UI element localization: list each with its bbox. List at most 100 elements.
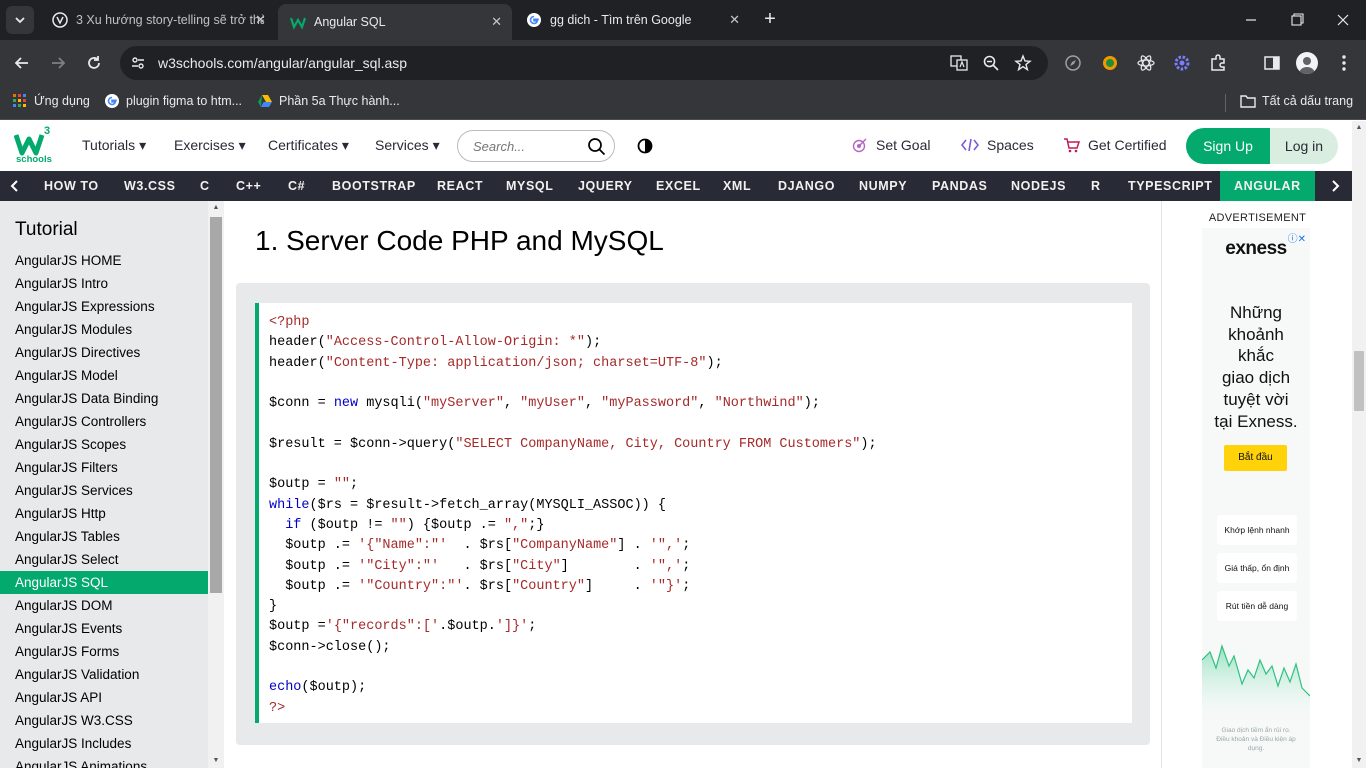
- translate-icon[interactable]: [950, 54, 968, 72]
- sidebar-item[interactable]: AngularJS HOME: [0, 249, 208, 272]
- sidebar-item[interactable]: AngularJS Data Binding: [0, 387, 208, 410]
- topic-xml[interactable]: XML: [723, 171, 751, 201]
- minimize-button[interactable]: [1236, 8, 1266, 32]
- profile-avatar[interactable]: [1296, 52, 1318, 74]
- compass-extension-icon[interactable]: [1064, 54, 1082, 72]
- scroll-down-arrow-icon[interactable]: ▼: [208, 754, 224, 768]
- exness-ad[interactable]: ⓘ✕ exness Những khoảnh khắc giao dịch tuyệt …: [1202, 228, 1310, 768]
- ad-cta-button[interactable]: Bắt đầu: [1224, 445, 1287, 471]
- tab-search-button[interactable]: [6, 6, 34, 34]
- sidebar-item[interactable]: AngularJS W3.CSS: [0, 709, 208, 732]
- sidebar-item[interactable]: AngularJS SQL: [0, 571, 208, 594]
- tab-close-icon[interactable]: ✕: [729, 12, 740, 28]
- sidebar-item[interactable]: AngularJS Expressions: [0, 295, 208, 318]
- topic-pandas[interactable]: PANDAS: [932, 171, 987, 201]
- topic-numpy[interactable]: NUMPY: [859, 171, 907, 201]
- bookmark-plugin-figma[interactable]: plugin figma to htm...: [104, 93, 242, 109]
- react-extension-icon[interactable]: [1136, 53, 1156, 73]
- scroll-up-arrow-icon[interactable]: ▲: [208, 201, 224, 215]
- gear-extension-icon[interactable]: [1172, 53, 1192, 73]
- sidebar-item[interactable]: AngularJS Model: [0, 364, 208, 387]
- puzzle-extensions-icon[interactable]: [1208, 53, 1228, 73]
- forward-button[interactable]: [46, 51, 70, 75]
- menu-certificates[interactable]: Certificates ▾: [268, 137, 349, 154]
- topic-bootstrap[interactable]: BOOTSTRAP: [332, 171, 416, 201]
- sidebar-scroll-thumb[interactable]: [210, 217, 222, 593]
- sidebar-item[interactable]: AngularJS Includes: [0, 732, 208, 755]
- colorful-extension-icon[interactable]: [1100, 53, 1120, 73]
- zoom-icon[interactable]: [982, 54, 1000, 72]
- topic-w3css[interactable]: W3.CSS: [124, 171, 176, 201]
- topic-react[interactable]: REACT: [437, 171, 483, 201]
- menu-services[interactable]: Services ▾: [375, 137, 440, 154]
- restore-button[interactable]: [1282, 8, 1312, 32]
- topic-typescript[interactable]: TYPESCRIPT: [1128, 171, 1213, 201]
- menu-tutorials[interactable]: Tutorials ▾: [82, 137, 146, 154]
- sidebar-item[interactable]: AngularJS Filters: [0, 456, 208, 479]
- bookmark-apps[interactable]: Ứng dụng: [12, 93, 90, 109]
- back-button[interactable]: [10, 51, 34, 75]
- topic-cpp[interactable]: C++: [236, 171, 261, 201]
- browser-tab-3[interactable]: gg dich - Tìm trên Google ✕: [514, 0, 750, 40]
- browser-tab-1[interactable]: 3 Xu hướng story-telling sẽ trở thành ✕: [40, 0, 276, 40]
- browser-tab-2[interactable]: Angular SQL ✕: [278, 4, 512, 40]
- sidebar-scrollbar[interactable]: ▲ ▼: [208, 201, 224, 768]
- sidebar-item[interactable]: AngularJS Events: [0, 617, 208, 640]
- star-icon[interactable]: [1014, 54, 1032, 72]
- search-input[interactable]: Search...: [457, 130, 615, 162]
- page-scroll-thumb[interactable]: [1354, 351, 1364, 411]
- topic-csharp[interactable]: C#: [288, 171, 305, 201]
- topic-how-to[interactable]: HOW TO: [44, 171, 99, 201]
- close-window-button[interactable]: [1328, 8, 1358, 32]
- reload-button[interactable]: [82, 51, 106, 75]
- sidebar-item[interactable]: AngularJS Directives: [0, 341, 208, 364]
- tab-close-icon[interactable]: ✕: [491, 14, 502, 30]
- sidebar-item[interactable]: AngularJS Services: [0, 479, 208, 502]
- code-line: $result = $conn->query("SELECT CompanyNa…: [269, 435, 1132, 455]
- scroll-up-arrow-icon[interactable]: ▲: [1352, 121, 1366, 135]
- sidebar-item[interactable]: AngularJS Http: [0, 502, 208, 525]
- sidebar-item[interactable]: AngularJS Validation: [0, 663, 208, 686]
- topic-excel[interactable]: EXCEL: [656, 171, 701, 201]
- sidebar-item[interactable]: AngularJS Forms: [0, 640, 208, 663]
- topic-r[interactable]: R: [1091, 171, 1101, 201]
- bookmark-phan-5a[interactable]: Phần 5a Thực hành...: [257, 93, 400, 109]
- topic-jquery[interactable]: JQUERY: [578, 171, 633, 201]
- sidebar-item[interactable]: AngularJS Intro: [0, 272, 208, 295]
- get-certified-link[interactable]: Get Certified: [1063, 137, 1167, 153]
- log-in-button[interactable]: Log in: [1270, 128, 1338, 164]
- address-bar[interactable]: w3schools.com/angular/angular_sql.asp: [120, 46, 1048, 80]
- topic-mysql[interactable]: MYSQL: [506, 171, 553, 201]
- new-tab-button[interactable]: +: [758, 8, 782, 32]
- side-panel-icon[interactable]: [1262, 53, 1282, 73]
- all-bookmarks-button[interactable]: Tất cả dấu trang: [1240, 93, 1353, 109]
- sidebar-item[interactable]: AngularJS Controllers: [0, 410, 208, 433]
- menu-exercises[interactable]: Exercises ▾: [174, 137, 246, 154]
- sidebar-item[interactable]: AngularJS Modules: [0, 318, 208, 341]
- sidebar-item[interactable]: AngularJS Tables: [0, 525, 208, 548]
- sidebar-item[interactable]: AngularJS DOM: [0, 594, 208, 617]
- sidebar-item[interactable]: AngularJS Select: [0, 548, 208, 571]
- spaces-link[interactable]: Spaces: [961, 137, 1034, 153]
- contrast-toggle-icon[interactable]: [637, 138, 653, 154]
- sidebar-item[interactable]: AngularJS Animations: [0, 755, 208, 768]
- tab-close-icon[interactable]: ✕: [255, 12, 266, 28]
- scroll-down-arrow-icon[interactable]: ▼: [1352, 754, 1366, 768]
- page-scrollbar[interactable]: ▲ ▼: [1352, 121, 1366, 768]
- scroll-right-button[interactable]: [1320, 171, 1350, 201]
- topic-angular[interactable]: ANGULAR: [1220, 171, 1315, 201]
- search-icon[interactable]: [587, 137, 606, 156]
- kebab-menu-icon[interactable]: [1334, 53, 1354, 73]
- topic-django[interactable]: DJANGO: [778, 171, 835, 201]
- scroll-left-button[interactable]: [0, 171, 30, 201]
- url-text[interactable]: w3schools.com/angular/angular_sql.asp: [158, 55, 407, 71]
- sign-up-button[interactable]: Sign Up: [1186, 128, 1270, 164]
- topic-nodejs[interactable]: NODEJS: [1011, 171, 1066, 201]
- code-token: ($outp);: [301, 680, 367, 696]
- topic-c[interactable]: C: [200, 171, 210, 201]
- advertisement-label: ADVERTISEMENT: [1208, 212, 1307, 224]
- sidebar-item[interactable]: AngularJS Scopes: [0, 433, 208, 456]
- sidebar-item[interactable]: AngularJS API: [0, 686, 208, 709]
- set-goal-link[interactable]: Set Goal: [852, 137, 930, 153]
- w3schools-logo[interactable]: 3 schools: [14, 125, 54, 167]
